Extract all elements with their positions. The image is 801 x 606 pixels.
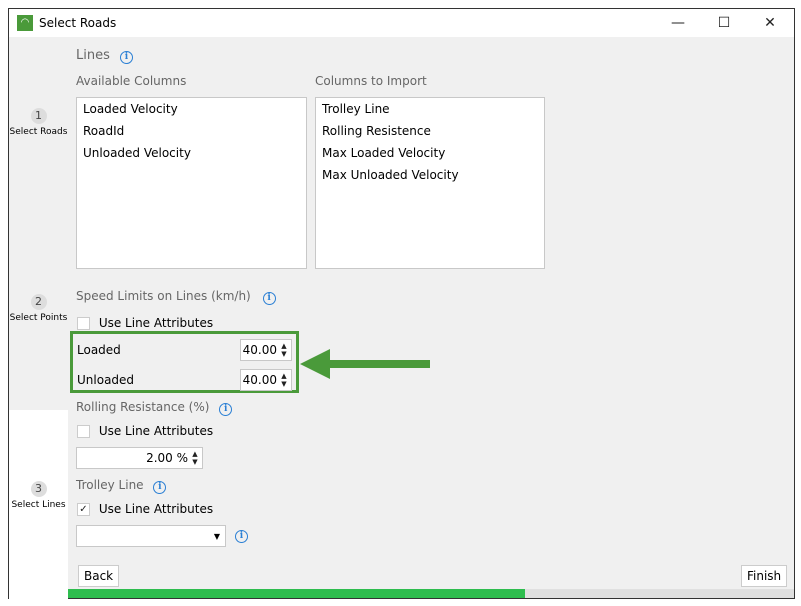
rolling-heading: Rolling Resistance (%) i	[76, 400, 233, 416]
checkbox-label: Use Line Attributes	[98, 424, 214, 438]
step-number: 2	[30, 294, 47, 310]
window-title: Select Roads	[39, 16, 117, 30]
list-item[interactable]: Max Unloaded Velocity	[316, 164, 544, 186]
speed-use-attributes[interactable]: Use Line Attributes	[77, 316, 213, 330]
finish-button[interactable]: Finish	[741, 565, 788, 587]
minimize-button[interactable]: —	[655, 9, 701, 37]
list-item[interactable]: Unloaded Velocity	[77, 142, 306, 164]
unloaded-label: Unloaded	[77, 373, 135, 387]
trolley-heading: Trolley Line i	[76, 478, 167, 494]
spin-arrows-icon[interactable]: ▲ ▼	[277, 342, 291, 358]
checkbox-checked[interactable]: ✓	[77, 503, 90, 516]
list-item[interactable]: Loaded Velocity	[77, 98, 306, 120]
back-button[interactable]: Back	[78, 565, 120, 587]
columns-to-import-label: Columns to Import	[315, 74, 427, 88]
info-icon[interactable]: i	[235, 530, 248, 543]
step-select-lines[interactable]: 3 Select Lines	[9, 481, 68, 510]
lines-title: Lines	[76, 48, 110, 63]
spin-arrows-icon[interactable]: ▲ ▼	[277, 372, 291, 388]
title-bar: ◠ Select Roads — ☐ ✕	[9, 9, 794, 37]
unloaded-value: 40.00	[242, 373, 277, 387]
unloaded-spinner[interactable]: 40.00 ▲ ▼	[240, 369, 292, 391]
close-button[interactable]: ✕	[747, 9, 793, 37]
loaded-value: 40.00	[242, 343, 277, 357]
steps-panel	[9, 37, 68, 410]
list-item[interactable]: Max Loaded Velocity	[316, 142, 544, 164]
arrow-pointer-icon	[300, 349, 430, 379]
step-label: Select Points	[9, 313, 68, 323]
checkbox-label: Use Line Attributes	[98, 316, 214, 330]
progress-bar	[68, 589, 794, 598]
checkbox[interactable]	[77, 425, 90, 438]
speed-heading: Speed Limits on Lines (km/h) i	[76, 289, 276, 305]
step-number: 3	[30, 481, 47, 497]
checkbox-label: Use Line Attributes	[98, 502, 214, 516]
spin-arrows-icon[interactable]: ▲ ▼	[188, 450, 202, 466]
checkbox[interactable]	[77, 317, 90, 330]
rolling-spinner[interactable]: 2.00 % ▲ ▼	[76, 447, 203, 469]
info-icon[interactable]: i	[219, 403, 233, 416]
loaded-label: Loaded	[77, 343, 121, 357]
rolling-value: 2.00 %	[146, 451, 188, 465]
lines-heading: Lines i	[76, 48, 134, 64]
trolley-use-attributes[interactable]: ✓ Use Line Attributes	[77, 502, 213, 516]
info-icon[interactable]: i	[120, 51, 134, 64]
info-icon[interactable]: i	[153, 481, 167, 494]
trolley-select[interactable]: ▼	[76, 525, 226, 547]
content-area: Lines i Available Columns Columns to Imp…	[68, 37, 794, 589]
loaded-spinner[interactable]: 40.00 ▲ ▼	[240, 339, 292, 361]
list-item[interactable]: RoadId	[77, 120, 306, 142]
progress-fill	[68, 589, 526, 598]
app-logo-icon: ◠	[17, 15, 33, 31]
step-select-points[interactable]: 2 Select Points	[9, 294, 68, 323]
list-item[interactable]: Trolley Line	[316, 98, 544, 120]
rolling-use-attributes[interactable]: Use Line Attributes	[77, 424, 213, 438]
maximize-button[interactable]: ☐	[701, 9, 747, 37]
speed-title: Speed Limits on Lines (km/h)	[76, 289, 251, 303]
info-icon[interactable]: i	[262, 292, 276, 305]
trolley-title: Trolley Line	[76, 478, 144, 492]
dialog-window: ◠ Select Roads — ☐ ✕ 1 Select Roads 2 Sele…	[8, 8, 795, 599]
rolling-title: Rolling Resistance (%)	[76, 400, 210, 414]
dropdown-arrow-icon[interactable]: ▼	[214, 532, 220, 541]
step-label: Select Roads	[9, 127, 68, 137]
step-select-roads[interactable]: 1 Select Roads	[9, 108, 68, 137]
available-columns-label: Available Columns	[76, 74, 187, 88]
available-columns-list[interactable]: Loaded Velocity RoadId Unloaded Velocity	[76, 97, 307, 269]
list-item[interactable]: Rolling Resistence	[316, 120, 544, 142]
step-label: Select Lines	[11, 500, 66, 510]
columns-to-import-list[interactable]: Trolley Line Rolling Resistence Max Load…	[315, 97, 545, 269]
step-number: 1	[30, 108, 47, 124]
